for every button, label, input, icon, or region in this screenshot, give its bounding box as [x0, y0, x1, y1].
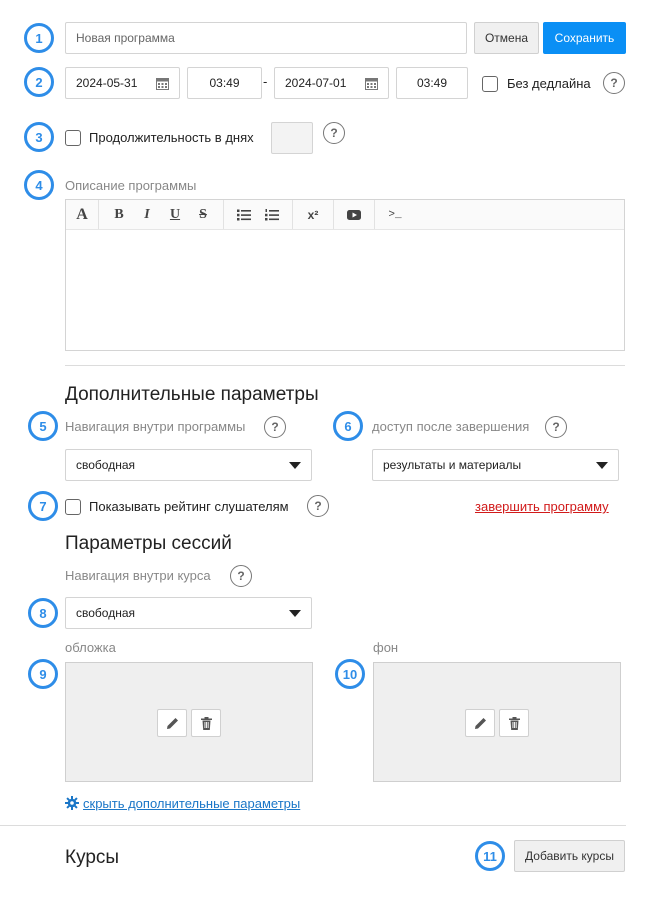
- no-deadline-help-icon[interactable]: ?: [603, 72, 625, 94]
- add-courses-button[interactable]: Добавить курсы: [514, 840, 625, 872]
- duration-label: Продолжительность в днях: [89, 130, 254, 145]
- cover-image-box[interactable]: [65, 662, 313, 782]
- course-navigation-label: Навигация внутри курса: [65, 568, 211, 583]
- chevron-down-icon: [289, 609, 301, 617]
- access-after-completion-value: результаты и материалы: [383, 458, 522, 472]
- access-after-completion-help-icon[interactable]: ?: [545, 416, 567, 438]
- step-marker-2: 2: [24, 67, 54, 97]
- show-rating-help-icon[interactable]: ?: [307, 495, 329, 517]
- course-navigation-select[interactable]: свободная: [65, 597, 312, 629]
- code-button[interactable]: >_: [381, 200, 409, 229]
- program-navigation-help-icon[interactable]: ?: [264, 416, 286, 438]
- step-marker-5: 5: [28, 411, 58, 441]
- additional-params-heading: Дополнительные параметры: [65, 384, 319, 405]
- end-date-input[interactable]: 2024-07-01: [274, 67, 389, 99]
- finish-program-link[interactable]: завершить программу: [475, 499, 609, 514]
- show-rating-checkbox[interactable]: [65, 499, 81, 515]
- calendar-icon[interactable]: [156, 77, 169, 90]
- step-marker-9: 9: [28, 659, 58, 689]
- strikethrough-button[interactable]: S: [189, 200, 217, 229]
- duration-checkbox[interactable]: [65, 130, 81, 146]
- trash-icon[interactable]: [499, 709, 529, 737]
- program-navigation-value: свободная: [76, 458, 135, 472]
- video-icon[interactable]: [340, 200, 368, 229]
- duration-help-icon[interactable]: ?: [323, 122, 345, 144]
- no-deadline-checkbox[interactable]: [482, 76, 498, 92]
- chevron-down-icon: [289, 461, 301, 469]
- numbered-list-icon[interactable]: [258, 200, 286, 229]
- step-marker-11: 11: [475, 841, 505, 871]
- step-marker-4: 4: [24, 170, 54, 200]
- date-range-separator: -: [263, 74, 268, 89]
- program-navigation-select[interactable]: свободная: [65, 449, 312, 481]
- calendar-icon[interactable]: [365, 77, 378, 90]
- superscript-button[interactable]: x²: [299, 200, 327, 229]
- start-date-input[interactable]: 2024-05-31: [65, 67, 180, 99]
- hide-additional-params-link[interactable]: скрыть дополнительные параметры: [83, 796, 300, 811]
- program-navigation-label: Навигация внутри программы: [65, 419, 246, 434]
- description-label: Описание программы: [65, 178, 197, 193]
- step-marker-3: 3: [24, 122, 54, 152]
- description-editor[interactable]: A B I U S x² >_: [65, 199, 625, 351]
- no-deadline-label: Без дедлайна: [507, 76, 591, 91]
- pencil-icon[interactable]: [157, 709, 187, 737]
- courses-divider: [0, 825, 626, 826]
- step-marker-10: 10: [335, 659, 365, 689]
- end-date-value: 2024-07-01: [285, 76, 347, 90]
- program-name-input[interactable]: Новая программа: [65, 22, 467, 54]
- access-after-completion-label: доступ после завершения: [372, 419, 530, 434]
- bold-button[interactable]: B: [105, 200, 133, 229]
- course-navigation-value: свободная: [76, 606, 135, 620]
- course-navigation-help-icon[interactable]: ?: [230, 565, 252, 587]
- editor-toolbar: A B I U S x² >_: [66, 200, 624, 230]
- session-params-heading: Параметры сессий: [65, 533, 232, 554]
- start-date-value: 2024-05-31: [76, 76, 138, 90]
- trash-icon[interactable]: [191, 709, 221, 737]
- step-marker-8: 8: [28, 598, 58, 628]
- chevron-down-icon: [596, 461, 608, 469]
- bullet-list-icon[interactable]: [230, 200, 258, 229]
- cancel-button[interactable]: Отмена: [474, 22, 539, 54]
- courses-heading: Курсы: [65, 847, 120, 868]
- background-image-box[interactable]: [373, 662, 621, 782]
- save-button[interactable]: Сохранить: [543, 22, 626, 54]
- underline-button[interactable]: U: [161, 200, 189, 229]
- step-marker-6: 6: [333, 411, 363, 441]
- start-time-input[interactable]: 03:49: [187, 67, 262, 99]
- italic-button[interactable]: I: [133, 200, 161, 229]
- step-marker-7: 7: [28, 491, 58, 521]
- show-rating-label: Показывать рейтинг слушателям: [89, 499, 289, 514]
- duration-days-input[interactable]: [271, 122, 313, 154]
- font-button[interactable]: A: [68, 200, 96, 229]
- background-label: фон: [373, 640, 399, 655]
- step-marker-1: 1: [24, 23, 54, 53]
- cover-label: обложка: [65, 640, 116, 655]
- end-time-input[interactable]: 03:49: [396, 67, 468, 99]
- pencil-icon[interactable]: [465, 709, 495, 737]
- section-divider: [65, 365, 625, 366]
- access-after-completion-select[interactable]: результаты и материалы: [372, 449, 619, 481]
- gear-icon[interactable]: [65, 796, 79, 810]
